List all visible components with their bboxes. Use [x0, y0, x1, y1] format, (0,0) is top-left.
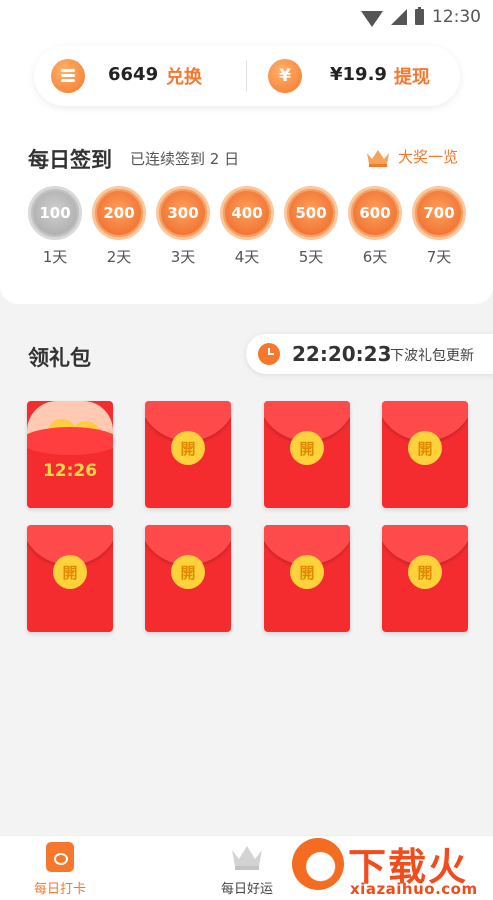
prize-list-link[interactable]: 大奖一览 [366, 146, 458, 167]
day-coin: 200 [92, 186, 146, 240]
checkin-card: 6649 兑换 ¥ ¥19.9 提现 每日签到 已连续签到 2 日 大奖一览 1… [0, 34, 493, 304]
crown-icon [230, 842, 264, 872]
red-envelope[interactable]: 開 [264, 525, 350, 632]
exchange-button[interactable]: 兑换 [166, 63, 202, 89]
nav-daily-luck[interactable]: 每日好运 [207, 842, 287, 897]
checkin-day-7[interactable]: 700 7天 [412, 186, 466, 267]
day-label: 7天 [426, 248, 452, 266]
day-coin: 400 [220, 186, 274, 240]
crown-icon [366, 147, 390, 167]
day-label: 6天 [362, 248, 388, 266]
open-seal-icon: 開 [290, 555, 324, 589]
red-envelope[interactable]: 開 [145, 525, 231, 632]
coin-balance: 6649 [108, 64, 159, 85]
checkin-day-4[interactable]: 400 4天 [220, 186, 274, 267]
checkin-day-1[interactable]: 100 1天 [28, 186, 82, 267]
red-envelope[interactable]: 開 [382, 401, 468, 508]
status-time: 12:30 [432, 7, 481, 27]
day-label: 1天 [42, 248, 68, 266]
divider [246, 60, 247, 92]
nav-label: 每日好运 [220, 882, 273, 897]
open-seal-icon: 開 [408, 431, 442, 465]
checkin-title: 每日签到 [28, 148, 112, 172]
checkin-streak: 已连续签到 2 日 [130, 150, 240, 168]
checkin-day-6[interactable]: 600 6天 [348, 186, 402, 267]
gift-countdown: 22:20:23 下波礼包更新 [246, 334, 493, 374]
red-envelope[interactable]: 開 [27, 525, 113, 632]
day-coin: 600 [348, 186, 402, 240]
envelope-timer: 12:26 [42, 461, 98, 481]
checkin-card-icon [46, 842, 74, 872]
day-label: 3天 [170, 248, 196, 266]
watermark-logo: 下载火 xiazaihuo.com [290, 836, 493, 898]
battery-icon [415, 7, 424, 25]
balance-pill: 6649 兑换 ¥ ¥19.9 提现 [34, 46, 460, 106]
red-envelope-opened[interactable]: ¥ ¥ 12:26 [27, 401, 113, 508]
status-bar: 12:30 [0, 0, 493, 34]
red-envelope[interactable]: 開 [264, 401, 350, 508]
day-label: 4天 [234, 248, 260, 266]
checkin-day-2[interactable]: 200 2天 [92, 186, 146, 267]
red-envelope[interactable]: 開 [145, 401, 231, 508]
nav-label: 每日打卡 [33, 882, 86, 897]
signal-icon [391, 9, 407, 25]
yuan-icon: ¥ [268, 59, 302, 93]
withdraw-button[interactable]: 提现 [394, 63, 430, 89]
open-seal-icon: 開 [171, 555, 205, 589]
day-label: 5天 [298, 248, 324, 266]
checkin-day-5[interactable]: 500 5天 [284, 186, 338, 267]
day-coin: 300 [156, 186, 210, 240]
countdown-label: 下波礼包更新 [390, 348, 474, 364]
gift-section-title: 领礼包 [28, 346, 91, 370]
prize-list-label: 大奖一览 [398, 148, 459, 166]
flame-icon [292, 838, 344, 890]
day-coin: 700 [412, 186, 466, 240]
open-seal-icon: 開 [171, 431, 205, 465]
day-coin: 500 [284, 186, 338, 240]
cash-balance: ¥19.9 [330, 64, 387, 85]
wifi-icon [361, 11, 383, 27]
day-label: 2天 [106, 248, 132, 266]
watermark-url: xiazaihuo.com [350, 880, 478, 898]
day-coin: 100 [28, 186, 82, 240]
open-seal-icon: 開 [53, 555, 87, 589]
red-envelope[interactable]: 開 [382, 525, 468, 632]
open-seal-icon: 開 [290, 431, 324, 465]
checkin-days: 100 1天 200 2天 300 3天 400 4天 500 5天 600 6… [28, 186, 468, 276]
checkin-day-3[interactable]: 300 3天 [156, 186, 210, 267]
countdown-value: 22:20:23 [292, 342, 392, 366]
open-seal-icon: 開 [408, 555, 442, 589]
nav-daily-checkin[interactable]: 每日打卡 [20, 842, 100, 897]
coin-stack-icon [51, 59, 85, 93]
clock-icon [258, 343, 280, 365]
